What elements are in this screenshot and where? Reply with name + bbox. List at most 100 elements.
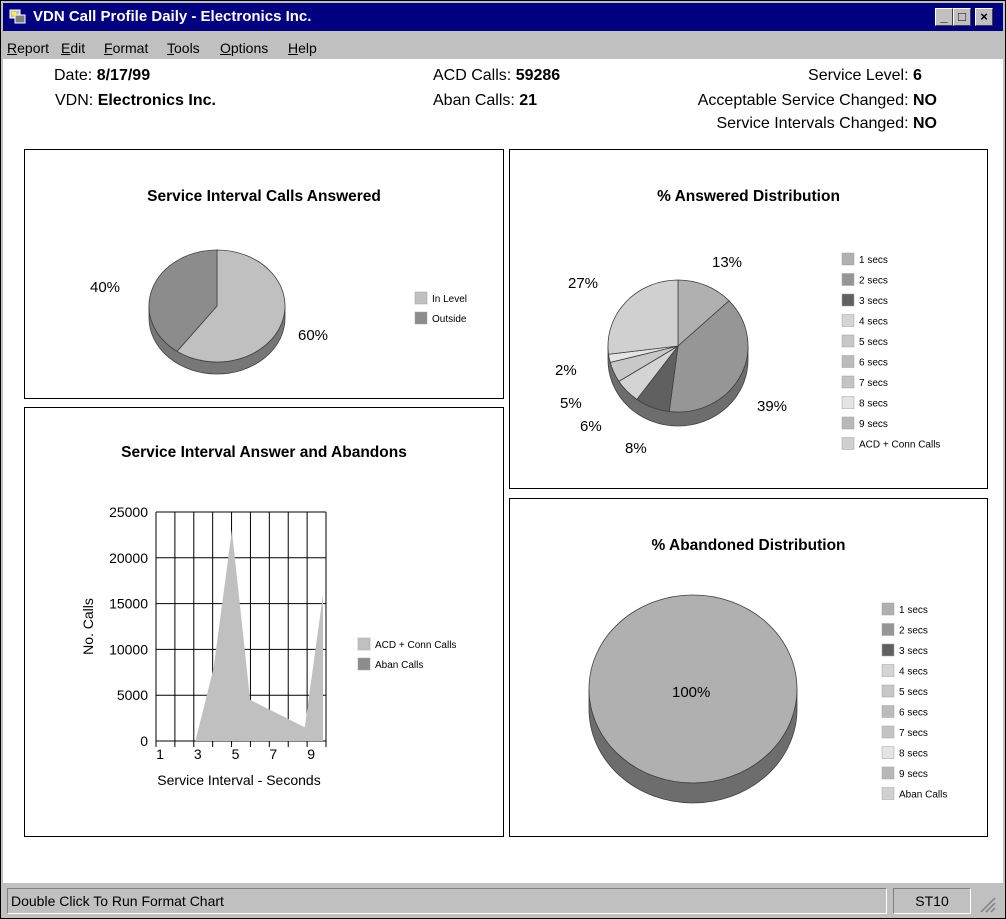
pie-value-label: 6% [580,418,602,435]
maximize-button[interactable]: □ [953,8,971,26]
legend-swatch [881,725,895,739]
service-level-row: Service Level: 6 [808,67,922,84]
legend-label: ACD + Conn Calls [859,440,940,451]
pie-value-label: 2% [555,362,577,379]
legend-swatch [841,375,855,389]
legend-label: 1 secs [859,255,888,266]
legend-swatch [841,314,855,327]
legend-swatch [414,311,428,325]
minimize-icon: _ [940,9,948,24]
legend-label: ACD + Conn Calls [375,640,456,651]
legend-swatch [414,291,428,305]
legend-swatch [841,273,855,286]
maximize-icon: □ [958,9,966,24]
legend-swatch [841,334,855,348]
y-tick-label: 5000 [117,687,148,703]
acd-calls-row: ACD Calls: 59286 [433,67,561,84]
legend-swatch [881,684,895,698]
legend-swatch [357,657,371,671]
answered-distribution-panel[interactable]: % Answered Distribution 13% 39% 8% 6% 5% 2% 27… [509,149,988,489]
title-bar[interactable]: VDN Call Profile Daily - Electronics Inc… [3,3,1003,31]
y-tick-label: 0 [140,733,148,749]
vdn-row: VDN: Electronics Inc. [55,92,216,109]
report-area: Date: 8/17/99 VDN: Electronics Inc. ACD … [3,59,1003,883]
legend-swatch [841,416,855,430]
legend-swatch [841,355,855,368]
x-tick-label: 9 [307,746,315,762]
x-tick-label: 5 [232,746,240,762]
legend-label: 7 secs [899,728,928,739]
legend-label: 9 secs [859,419,888,430]
answered-distribution-chart[interactable]: 13% 39% 8% 6% 5% 2% 27% 1 secs 2 secs 3 secs 4 sec… [510,150,987,488]
menu-tools[interactable]: Tools [167,40,200,56]
legend-label: 6 secs [899,708,928,719]
legend-label: 1 secs [899,605,928,616]
pie-value-label: 39% [757,398,787,415]
calls-answered-panel[interactable]: Service Interval Calls Answered 60% 40% In… [24,149,504,399]
legend-swatch [881,766,895,780]
pie-value-label: 27% [568,275,598,292]
pie-value-label: 40% [90,279,120,296]
legend-label: Aban Calls [899,790,947,801]
pie-slice-acd-conn-calls [607,279,679,355]
abandoned-distribution-panel[interactable]: % Abandoned Distribution 100% 1 secs 2 sec… [509,498,988,837]
x-tick-label: 1 [156,746,164,762]
acceptable-service-row: Acceptable Service Changed: NO [697,92,937,109]
calls-answered-chart[interactable]: 60% 40% In Level Outside [25,150,503,398]
status-code: ST10 [893,888,971,914]
legend-label: 9 secs [899,769,928,780]
close-button[interactable]: × [975,8,993,26]
x-axis-label: Service Interval - Seconds [157,772,320,788]
resize-grip-icon[interactable] [975,894,997,914]
y-tick-label: 15000 [109,596,148,612]
legend-label: 7 secs [859,378,888,389]
aban-calls-row: Aban Calls: 21 [433,92,538,109]
abandoned-distribution-chart[interactable]: 100% 1 secs 2 secs 3 secs 4 secs 5 secs 6 secs… [510,499,987,836]
date-row: Date: 8/17/99 [54,67,151,84]
legend-label: 8 secs [899,749,928,760]
pie-value-label: 100% [672,684,710,701]
pie-value-label: 8% [625,440,647,457]
menu-help[interactable]: Help [288,40,317,56]
legend-swatch [881,643,895,657]
minimize-button[interactable]: _ [935,8,953,26]
answer-abandons-panel[interactable]: Service Interval Answer and Abandons 250… [24,407,504,837]
legend-swatch [841,437,855,450]
legend-swatch [841,252,855,266]
legend-label: In Level [432,294,467,305]
pie-value-label: 5% [560,395,582,412]
status-message: Double Click To Run Format Chart [7,888,887,914]
legend-label: 6 secs [859,358,888,369]
legend-swatch [881,602,895,616]
menu-report[interactable]: Report [7,40,49,56]
y-axis-label: No. Calls [80,598,96,655]
legend-label: 2 secs [899,626,928,637]
y-tick-label: 10000 [109,641,148,657]
legend-label: 4 secs [899,667,928,678]
x-tick-label: 3 [194,746,202,762]
legend-swatch [881,746,895,759]
pie-value-label: 13% [712,254,742,271]
legend-label: 5 secs [899,687,928,698]
close-icon: × [980,9,988,24]
status-bar: Double Click To Run Format Chart ST10 [3,886,1003,916]
legend-swatch [357,637,371,651]
legend-swatch [881,787,895,800]
x-tick-label: 7 [269,746,277,762]
app-window: VDN Call Profile Daily - Electronics Inc… [0,0,1006,919]
legend-label: 8 secs [859,399,888,410]
y-tick-label: 20000 [109,550,148,566]
y-tick-label: 25000 [109,504,148,520]
legend-swatch [841,396,855,409]
legend-label: 3 secs [899,646,928,657]
area-series-acd-conn-calls [159,530,323,741]
menu-options[interactable]: Options [220,40,268,56]
legend-label: 2 secs [859,276,888,287]
menu-format[interactable]: Format [104,40,148,56]
legend-label: Aban Calls [375,660,423,671]
menu-edit[interactable]: Edit [61,40,85,56]
legend-swatch [881,664,895,677]
legend-swatch [881,623,895,636]
window-title: VDN Call Profile Daily - Electronics Inc… [33,8,312,25]
answer-abandons-chart[interactable]: 25000200001500010000500001 3 5 7 9No. CallsS… [25,408,503,836]
